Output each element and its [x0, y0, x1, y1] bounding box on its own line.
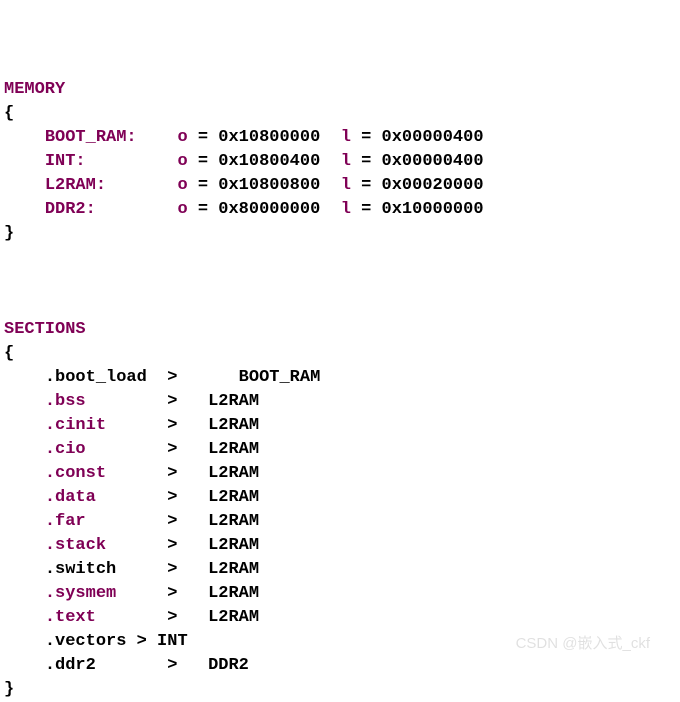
sec-target: L2RAM	[208, 440, 259, 459]
section-row: .ddr2 > DDR2	[4, 656, 249, 675]
sec-target: L2RAM	[208, 560, 259, 579]
memory-row: DDR2: o = 0x80000000 l = 0x10000000	[4, 200, 484, 219]
sec-op: >	[167, 560, 177, 579]
section-row: .cinit > L2RAM	[4, 416, 259, 435]
sec-op: >	[167, 464, 177, 483]
mem-o-val: 0x10800000	[218, 128, 320, 147]
watermark-text: CSDN @嵌入式_ckf	[516, 632, 650, 656]
memory-open-brace: {	[4, 104, 14, 123]
mem-o-eq: =	[188, 128, 219, 147]
mem-l-kw: l	[341, 176, 351, 195]
mem-l-val: 0x00000400	[382, 152, 484, 171]
section-row: .switch > L2RAM	[4, 560, 259, 579]
mem-o-eq: =	[188, 152, 219, 171]
mem-o-kw: o	[177, 128, 187, 147]
sec-target: L2RAM	[208, 512, 259, 531]
sections-header: SECTIONS	[4, 320, 86, 339]
sec-op: >	[167, 584, 177, 603]
sec-name: .vectors	[45, 632, 127, 651]
sec-target: L2RAM	[208, 464, 259, 483]
section-row: .cio > L2RAM	[4, 440, 259, 459]
mem-o-val: 0x10800400	[218, 152, 320, 171]
sec-name: .data	[45, 488, 96, 507]
sec-op: >	[167, 416, 177, 435]
sec-name: .bss	[45, 392, 86, 411]
memory-row: L2RAM: o = 0x10800800 l = 0x00020000	[4, 176, 484, 195]
sec-target: L2RAM	[208, 584, 259, 603]
section-row: .vectors > INT	[4, 632, 188, 651]
section-row: .bss > L2RAM	[4, 392, 259, 411]
sec-target: L2RAM	[208, 416, 259, 435]
sec-target: INT	[157, 632, 188, 651]
mem-l-eq: =	[351, 152, 382, 171]
mem-l-val: 0x00000400	[382, 128, 484, 147]
section-row: .text > L2RAM	[4, 608, 259, 627]
section-row: .const > L2RAM	[4, 464, 259, 483]
sec-target: BOOT_RAM	[239, 368, 321, 387]
section-row: .boot_load > BOOT_RAM	[4, 368, 320, 387]
memory-row: INT: o = 0x10800400 l = 0x00000400	[4, 152, 484, 171]
mem-l-eq: =	[351, 128, 382, 147]
sec-target: L2RAM	[208, 392, 259, 411]
sec-target: L2RAM	[208, 536, 259, 555]
mem-name: BOOT_RAM:	[45, 128, 137, 147]
sec-name: .stack	[45, 536, 106, 555]
mem-l-val: 0x00020000	[382, 176, 484, 195]
sec-op: >	[167, 392, 177, 411]
sec-op: >	[167, 536, 177, 555]
mem-name: L2RAM:	[45, 176, 106, 195]
sec-op: >	[167, 512, 177, 531]
sec-op: >	[167, 368, 177, 387]
sec-target: L2RAM	[208, 608, 259, 627]
mem-o-kw: o	[177, 200, 187, 219]
mem-o-val: 0x80000000	[218, 200, 320, 219]
mem-name: INT:	[45, 152, 86, 171]
memory-close-brace: }	[4, 224, 14, 243]
memory-header: MEMORY	[4, 80, 65, 99]
mem-l-eq: =	[351, 176, 382, 195]
mem-o-eq: =	[188, 200, 219, 219]
sec-op: >	[167, 656, 177, 675]
memory-row: BOOT_RAM: o = 0x10800000 l = 0x00000400	[4, 128, 484, 147]
section-row: .far > L2RAM	[4, 512, 259, 531]
sec-name: .text	[45, 608, 96, 627]
section-row: .data > L2RAM	[4, 488, 259, 507]
sec-op: >	[137, 632, 147, 651]
section-row: .stack > L2RAM	[4, 536, 259, 555]
mem-o-kw: o	[177, 176, 187, 195]
mem-l-eq: =	[351, 200, 382, 219]
sec-name: .cio	[45, 440, 86, 459]
sec-op: >	[167, 440, 177, 459]
sec-op: >	[167, 488, 177, 507]
sec-name: .far	[45, 512, 86, 531]
sections-close-brace: }	[4, 680, 14, 699]
section-row: .sysmem > L2RAM	[4, 584, 259, 603]
sec-name: .sysmem	[45, 584, 116, 603]
sec-target: L2RAM	[208, 488, 259, 507]
mem-o-eq: =	[188, 176, 219, 195]
sections-open-brace: {	[4, 344, 14, 363]
sec-name: .const	[45, 464, 106, 483]
mem-o-kw: o	[177, 152, 187, 171]
sec-op: >	[167, 608, 177, 627]
mem-o-val: 0x10800800	[218, 176, 320, 195]
sec-name: .cinit	[45, 416, 106, 435]
mem-name: DDR2:	[45, 200, 96, 219]
sec-name: .boot_load	[45, 368, 147, 387]
sec-target: DDR2	[208, 656, 249, 675]
sec-name: .switch	[45, 560, 116, 579]
mem-l-kw: l	[341, 200, 351, 219]
mem-l-kw: l	[341, 152, 351, 171]
mem-l-val: 0x10000000	[382, 200, 484, 219]
mem-l-kw: l	[341, 128, 351, 147]
sec-name: .ddr2	[45, 656, 96, 675]
